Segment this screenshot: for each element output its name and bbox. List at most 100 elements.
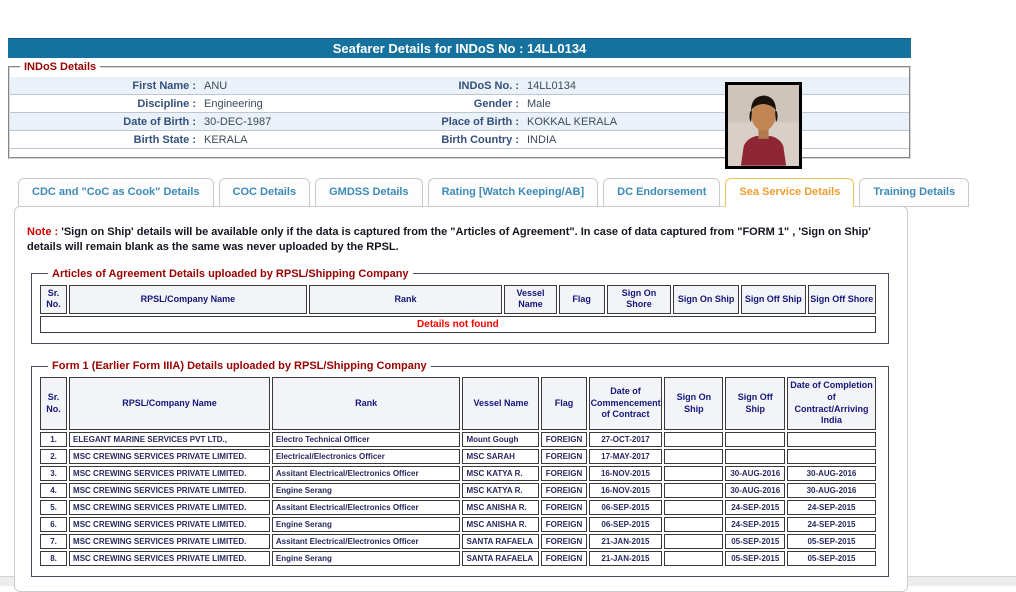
- column-header-flag: Flag: [541, 377, 586, 430]
- cell-sign-off-ship: [725, 449, 785, 464]
- cell-vessel-name: MSC KATYA R.: [462, 483, 539, 498]
- cell-sr-no: 5.: [40, 500, 67, 515]
- cell-date-of-completion-of-contract-arriving-india: 05-SEP-2015: [787, 551, 876, 566]
- cell-date-of-completion-of-contract-arriving-india: [787, 449, 876, 464]
- seafarer-photo-image: [728, 85, 799, 166]
- cell-vessel-name: MSC ANISHA R.: [462, 500, 539, 515]
- cell-sr-no: 4.: [40, 483, 67, 498]
- cell-date-of-completion-of-contract-arriving-india: 30-AUG-2016: [787, 466, 876, 481]
- column-header-sign-off-ship: Sign Off Ship: [741, 285, 806, 314]
- cell-flag: FOREIGN: [541, 483, 586, 498]
- field-value: INDIA: [525, 134, 909, 146]
- tab-coc-details[interactable]: COC Details: [219, 178, 311, 207]
- field-value: KERALA: [202, 134, 437, 146]
- table-row: 4.MSC CREWING SERVICES PRIVATE LIMITED.E…: [40, 483, 876, 498]
- note-text: Note : 'Sign on Ship' details will be av…: [27, 225, 899, 256]
- cell-sign-off-ship: 24-SEP-2015: [725, 500, 785, 515]
- seafarer-photo: [725, 82, 802, 169]
- cell-sr-no: 1.: [40, 432, 67, 447]
- column-header-sr-no: Sr. No.: [40, 377, 67, 430]
- field-value: 14LL0134: [525, 80, 909, 92]
- tab-gmdss-details[interactable]: GMDSS Details: [315, 178, 422, 207]
- cell-sign-off-ship: 05-SEP-2015: [725, 551, 785, 566]
- column-header-sr-no: Sr. No.: [40, 285, 67, 314]
- cell-flag: FOREIGN: [541, 551, 586, 566]
- empty-result-row: Details not found: [40, 316, 876, 333]
- column-header-sign-on-ship: Sign On Ship: [673, 285, 739, 314]
- cell-sr-no: 6.: [40, 517, 67, 532]
- cell-rank: Assitant Electrical/Electronics Officer: [272, 466, 461, 481]
- tab-sea-service-details[interactable]: Sea Service Details: [725, 178, 854, 207]
- column-header-vessel-name: Vessel Name: [462, 377, 539, 430]
- cell-rank: Electrical/Electronics Officer: [272, 449, 461, 464]
- cell-sign-off-ship: 30-AUG-2016: [725, 483, 785, 498]
- cell-date-of-commencement-of-contract: 16-NOV-2015: [589, 483, 663, 498]
- column-header-rank: Rank: [309, 285, 502, 314]
- field-label: Birth State :: [10, 134, 202, 146]
- column-header-date-of-completion-of-contract-arriving-india: Date of Completion of Contract/Arriving …: [787, 377, 876, 430]
- table-row: 3.MSC CREWING SERVICES PRIVATE LIMITED.A…: [40, 466, 876, 481]
- cell-sign-on-ship: [664, 551, 723, 566]
- cell-date-of-completion-of-contract-arriving-india: 05-SEP-2015: [787, 534, 876, 549]
- cell-date-of-commencement-of-contract: 06-SEP-2015: [589, 517, 663, 532]
- tab-rating-watch-keeping-ab[interactable]: Rating [Watch Keeping/AB]: [428, 178, 599, 207]
- cell-flag: FOREIGN: [541, 534, 586, 549]
- tab-content-panel: Note : 'Sign on Ship' details will be av…: [14, 206, 908, 592]
- cell-flag: FOREIGN: [541, 432, 586, 447]
- cell-vessel-name: Mount Gough: [462, 432, 539, 447]
- cell-flag: FOREIGN: [541, 449, 586, 464]
- cell-rpsl-company-name: MSC CREWING SERVICES PRIVATE LIMITED.: [69, 483, 270, 498]
- indos-details-fieldset: INDoS Details First Name :ANUINDoS No. :…: [8, 61, 911, 159]
- field-label: Gender :: [437, 98, 525, 110]
- cell-date-of-completion-of-contract-arriving-india: 24-SEP-2015: [787, 500, 876, 515]
- cell-sign-off-ship: [725, 432, 785, 447]
- table-row: 1.ELEGANT MARINE SERVICES PVT LTD.,Elect…: [40, 432, 876, 447]
- cell-date-of-completion-of-contract-arriving-india: 30-AUG-2016: [787, 483, 876, 498]
- form1-details-fieldset: Form 1 (Earlier Form IIIA) Details uploa…: [31, 360, 889, 577]
- cell-sign-on-ship: [664, 517, 723, 532]
- cell-rpsl-company-name: MSC CREWING SERVICES PRIVATE LIMITED.: [69, 500, 270, 515]
- cell-sign-on-ship: [664, 466, 723, 481]
- table-row: 7.MSC CREWING SERVICES PRIVATE LIMITED.A…: [40, 534, 876, 549]
- cell-vessel-name: MSC ANISHA R.: [462, 517, 539, 532]
- column-header-sign-off-shore: Sign Off Shore: [808, 285, 876, 314]
- cell-sign-on-ship: [664, 534, 723, 549]
- cell-sign-on-ship: [664, 500, 723, 515]
- tab-cdc-and-coc-as-cook-details[interactable]: CDC and "CoC as Cook" Details: [18, 178, 214, 207]
- cell-flag: FOREIGN: [541, 466, 586, 481]
- field-value: Engineering: [202, 98, 437, 110]
- field-value: KOKKAL KERALA: [525, 116, 909, 128]
- field-label: Birth Country :: [437, 134, 525, 146]
- column-header-rpsl-company-name: RPSL/Company Name: [69, 377, 270, 430]
- tab-training-details[interactable]: Training Details: [859, 178, 969, 207]
- cell-vessel-name: MSC SARAH: [462, 449, 539, 464]
- note-body: 'Sign on Ship' details will be available…: [27, 226, 871, 253]
- field-value: 30-DEC-1987: [202, 116, 437, 128]
- cell-sign-on-ship: [664, 449, 723, 464]
- cell-rpsl-company-name: MSC CREWING SERVICES PRIVATE LIMITED.: [69, 466, 270, 481]
- tab-dc-endorsement[interactable]: DC Endorsement: [603, 178, 720, 207]
- table-row: 5.MSC CREWING SERVICES PRIVATE LIMITED.A…: [40, 500, 876, 515]
- cell-date-of-completion-of-contract-arriving-india: [787, 432, 876, 447]
- tab-bar: CDC and "CoC as Cook" DetailsCOC Details…: [18, 178, 911, 206]
- column-header-sign-on-ship: Sign On Ship: [664, 377, 723, 430]
- cell-date-of-completion-of-contract-arriving-india: 24-SEP-2015: [787, 517, 876, 532]
- field-label: Discipline :: [10, 98, 202, 110]
- cell-rpsl-company-name: MSC CREWING SERVICES PRIVATE LIMITED.: [69, 449, 270, 464]
- cell-rpsl-company-name: MSC CREWING SERVICES PRIVATE LIMITED.: [69, 551, 270, 566]
- column-header-rpsl-company-name: RPSL/Company Name: [69, 285, 307, 314]
- articles-of-agreement-table: Sr. No.RPSL/Company NameRankVessel NameF…: [38, 283, 878, 335]
- cell-rpsl-company-name: MSC CREWING SERVICES PRIVATE LIMITED.: [69, 534, 270, 549]
- column-header-sign-off-ship: Sign Off Ship: [725, 377, 785, 430]
- articles-of-agreement-legend: Articles of Agreement Details uploaded b…: [48, 268, 413, 280]
- cell-sr-no: 7.: [40, 534, 67, 549]
- note-prefix: Note :: [27, 226, 58, 238]
- indos-details-legend: INDoS Details: [20, 61, 100, 73]
- column-header-flag: Flag: [559, 285, 605, 314]
- form1-details-table: Sr. No.RPSL/Company NameRankVessel NameF…: [38, 375, 878, 568]
- cell-sign-off-ship: 24-SEP-2015: [725, 517, 785, 532]
- cell-vessel-name: SANTA RAFAELA: [462, 551, 539, 566]
- field-label: Place of Birth :: [437, 116, 525, 128]
- field-label: Date of Birth :: [10, 116, 202, 128]
- cell-sr-no: 3.: [40, 466, 67, 481]
